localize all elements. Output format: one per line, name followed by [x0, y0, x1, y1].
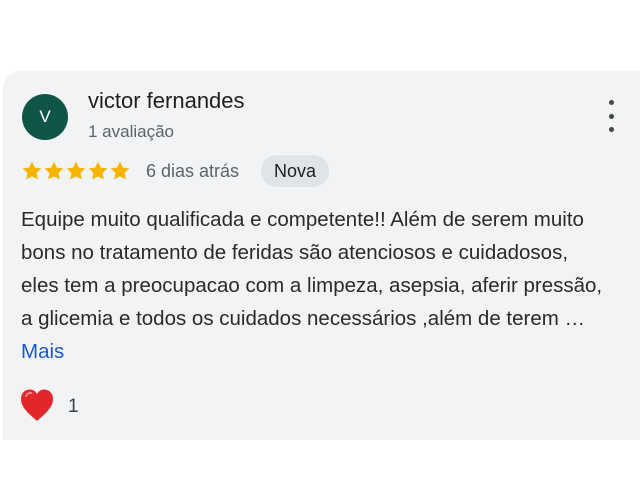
- avatar-initial: V: [39, 107, 51, 126]
- review-time: 6 dias atrás: [146, 161, 240, 181]
- review-text-block: Equipe muito qualificada e competente!! …: [21, 203, 611, 368]
- menu-dot: [608, 100, 614, 105]
- reviewer-name[interactable]: victor fernandes: [88, 88, 245, 114]
- heart-icon[interactable]: [19, 388, 55, 422]
- star-icon: [44, 161, 64, 180]
- menu-dot: [608, 127, 614, 132]
- more-options-icon[interactable]: [600, 100, 622, 132]
- reaction-count: 1: [68, 396, 79, 417]
- star-rating: [21, 160, 131, 182]
- new-badge-label: Nova: [274, 160, 317, 181]
- star-icon: [22, 161, 42, 180]
- reviewer-review-count: 1 avaliação: [88, 122, 175, 141]
- menu-dot: [608, 113, 614, 119]
- new-badge: Nova: [261, 155, 330, 187]
- review-text: Equipe muito qualificada e competente!! …: [21, 208, 603, 330]
- avatar[interactable]: V: [22, 94, 68, 140]
- more-link[interactable]: Mais: [21, 340, 64, 363]
- star-icon: [66, 161, 86, 180]
- star-icon: [110, 161, 130, 180]
- star-icon: [88, 161, 108, 180]
